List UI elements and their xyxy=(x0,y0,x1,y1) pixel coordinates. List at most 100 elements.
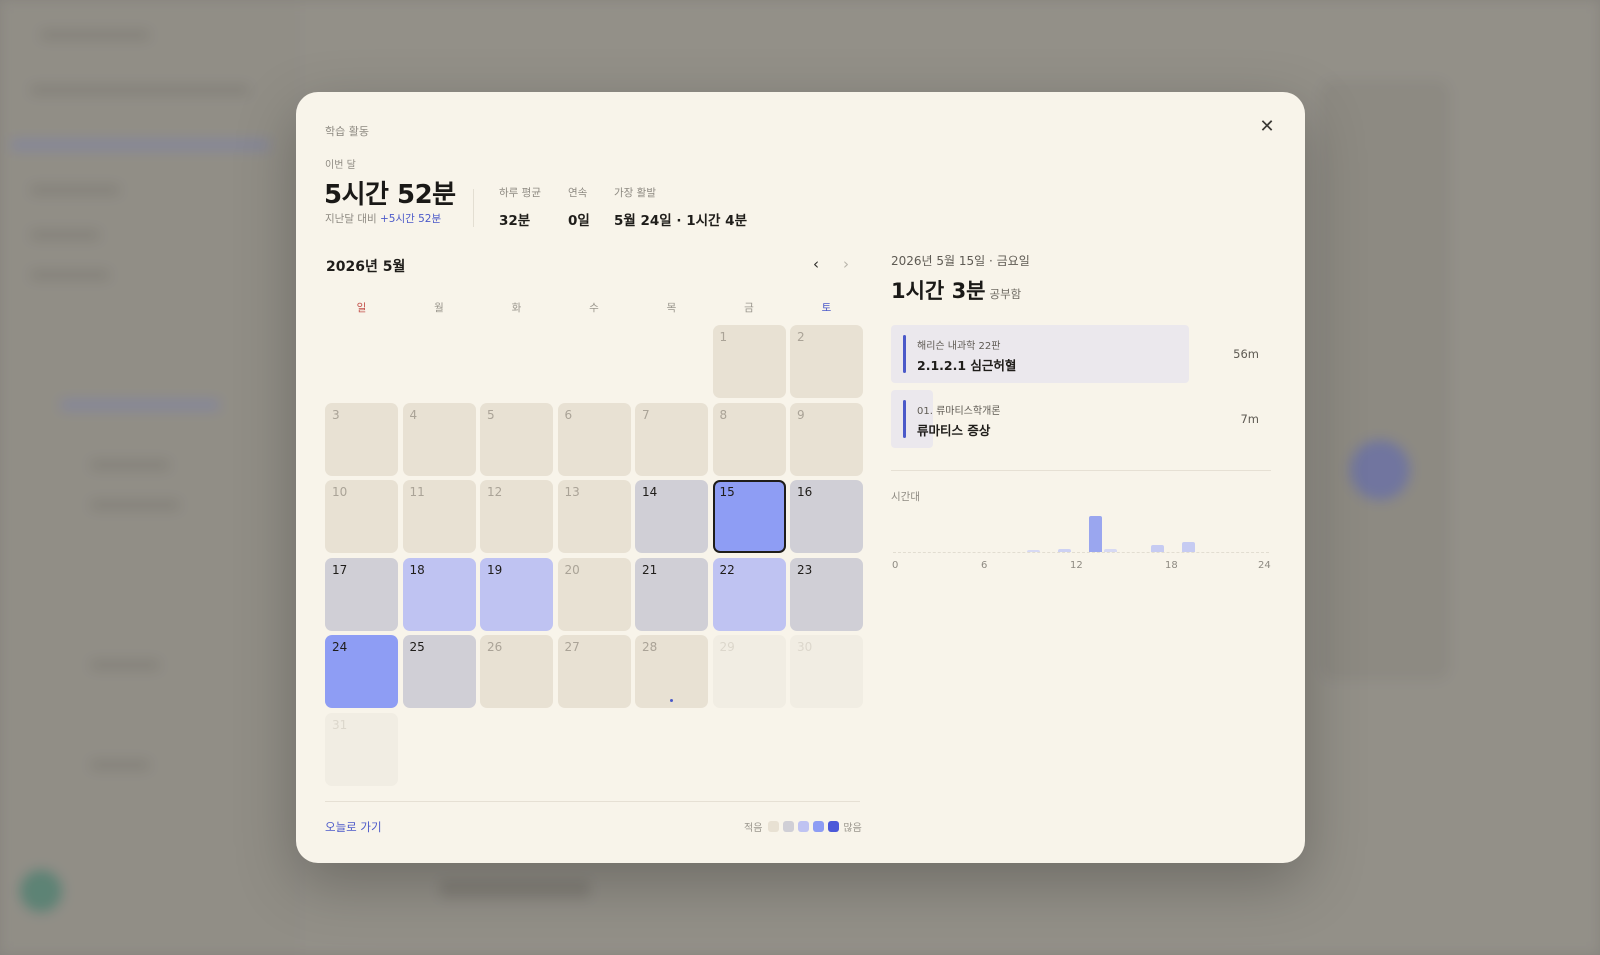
stat-value: 0일 xyxy=(568,213,590,229)
calendar-day-number: 23 xyxy=(797,562,813,577)
weekday-label: 금 xyxy=(744,302,754,314)
calendar-day-number: 26 xyxy=(487,640,503,654)
stat-daily-average: 하루 평균 32분 xyxy=(499,185,541,229)
calendar-day-number: 9 xyxy=(797,407,805,422)
calendar-day-number: 17 xyxy=(332,562,348,577)
hourly-histogram xyxy=(893,496,1273,566)
histogram-baseline xyxy=(893,552,1269,553)
calendar-day[interactable]: 1 xyxy=(712,325,786,398)
stat-value: 5월 24일 · 1시간 4분 xyxy=(614,213,747,229)
calendar-day[interactable]: 20 xyxy=(557,557,631,631)
weekday-label: 토 xyxy=(821,302,832,314)
session-progress-fill xyxy=(891,390,933,448)
calendar-day-number: 25 xyxy=(409,640,425,654)
calendar-day-number: 3 xyxy=(332,407,340,422)
legend-swatch xyxy=(828,821,840,832)
calendar-day[interactable]: 22 xyxy=(712,557,786,631)
chevron-right-icon[interactable]: › xyxy=(837,255,855,273)
calendar-day[interactable]: 7 xyxy=(635,402,708,476)
calendar-day-number: 11 xyxy=(409,485,425,499)
calendar-day-number: 12 xyxy=(487,485,503,499)
selected-duration-value: 1시간 3분 xyxy=(891,279,986,303)
legend-swatch xyxy=(768,821,780,832)
hour-bar xyxy=(1151,545,1164,552)
hour-tick-label: 18 xyxy=(1165,560,1178,571)
calendar-day-number: 24 xyxy=(332,640,348,654)
calendar-day-number: 6 xyxy=(564,407,573,422)
calendar-day[interactable]: 16 xyxy=(790,480,863,553)
hour-tick-label: 12 xyxy=(1070,560,1083,571)
calendar-day-number: 2 xyxy=(797,330,805,344)
calendar-day[interactable]: 2 xyxy=(790,325,863,398)
session-duration: 56m xyxy=(1233,347,1259,361)
calendar-day-number: 7 xyxy=(642,407,650,422)
chevron-left-icon[interactable]: ‹ xyxy=(807,255,825,273)
calendar-day-number: 15 xyxy=(719,485,735,499)
calendar-empty-cell xyxy=(635,325,708,398)
calendar-day[interactable]: 4 xyxy=(402,402,476,476)
legend-swatch xyxy=(783,821,795,832)
today-indicator-dot xyxy=(670,699,673,702)
calendar-day[interactable]: 26 xyxy=(480,635,553,708)
hour-bar xyxy=(1182,542,1195,552)
calendar-day-number: 31 xyxy=(332,717,348,732)
compare-last-month: 지난달 대비 +5시간 52분 xyxy=(325,211,441,226)
close-icon[interactable]: ✕ xyxy=(1257,117,1277,137)
calendar-day[interactable]: 23 xyxy=(790,557,863,631)
calendar-day-number: 13 xyxy=(564,485,580,499)
calendar-day[interactable]: 15 xyxy=(712,480,786,553)
calendar-day[interactable]: 24 xyxy=(325,635,398,708)
calendar-day[interactable]: 12 xyxy=(480,480,553,553)
calendar-day-number: 1 xyxy=(719,330,728,344)
calendar-day[interactable]: 10 xyxy=(325,480,398,553)
session-item[interactable]: 01. 류마티스학개론 류마티스 증상 7m xyxy=(891,390,1271,448)
compare-prefix: 지난달 대비 xyxy=(325,213,377,225)
calendar-day[interactable]: 19 xyxy=(480,557,553,631)
hour-bar xyxy=(1058,549,1071,552)
calendar-day[interactable]: 13 xyxy=(557,480,631,553)
calendar-day[interactable]: 14 xyxy=(635,480,708,553)
weekday-label: 목 xyxy=(666,302,677,314)
calendar-grid: 1 2 3 4 5 6 7 8 9 10 11 12 13 14 15 16 17 18 19 20 21 22 23 24 2… xyxy=(325,325,863,786)
calendar-day[interactable]: 21 xyxy=(635,557,708,631)
calendar-day[interactable]: 9 xyxy=(790,402,863,476)
calendar-day-number: 16 xyxy=(797,485,813,499)
selected-duration-suffix: 공부함 xyxy=(989,287,1022,301)
hour-bar xyxy=(1027,550,1040,552)
calendar-day-number: 10 xyxy=(332,485,348,499)
calendar-day[interactable]: 17 xyxy=(325,557,398,631)
month-total-time: 5시간 52분 xyxy=(324,180,456,210)
calendar-day: 31 xyxy=(325,712,398,786)
go-to-today-link[interactable]: 오늘로 가기 xyxy=(325,819,382,835)
selected-date: 2026년 5월 15일 · 금요일 xyxy=(891,254,1030,268)
calendar-day-number: 14 xyxy=(642,485,658,499)
calendar-day-number: 27 xyxy=(564,640,580,654)
calendar-day[interactable]: 3 xyxy=(325,402,398,476)
weekday-label: 수 xyxy=(589,302,599,314)
calendar-empty-cell xyxy=(480,325,553,398)
calendar-day-number: 21 xyxy=(642,562,658,577)
calendar-day-number: 8 xyxy=(719,407,728,422)
legend-swatch xyxy=(813,821,825,832)
weekday-label: 일 xyxy=(356,302,367,314)
compare-delta: +5시간 52분 xyxy=(379,213,442,225)
calendar-day[interactable]: 25 xyxy=(402,635,476,708)
calendar-day[interactable]: 6 xyxy=(557,402,631,476)
hour-tick-label: 0 xyxy=(892,560,899,571)
calendar-divider xyxy=(325,801,860,802)
session-book: 01. 류마티스학개론 xyxy=(917,406,1001,417)
calendar-day[interactable]: 28 xyxy=(635,635,708,708)
calendar-day[interactable]: 27 xyxy=(557,635,631,708)
calendar-day[interactable]: 8 xyxy=(712,402,786,476)
calendar-day-number: 20 xyxy=(564,562,580,577)
calendar-day: 29 xyxy=(712,635,786,708)
calendar-day[interactable]: 18 xyxy=(402,557,476,631)
calendar-day-number: 5 xyxy=(487,407,495,422)
calendar-day-number: 19 xyxy=(487,562,503,577)
calendar-day-number: 22 xyxy=(719,562,735,577)
session-duration: 7m xyxy=(1240,412,1259,426)
this-month-label: 이번 달 xyxy=(325,160,356,171)
session-item[interactable]: 해리슨 내과학 22판 2.1.2.1 심근허혈 56m xyxy=(891,325,1271,383)
calendar-day[interactable]: 5 xyxy=(480,402,553,476)
calendar-day[interactable]: 11 xyxy=(402,480,476,553)
